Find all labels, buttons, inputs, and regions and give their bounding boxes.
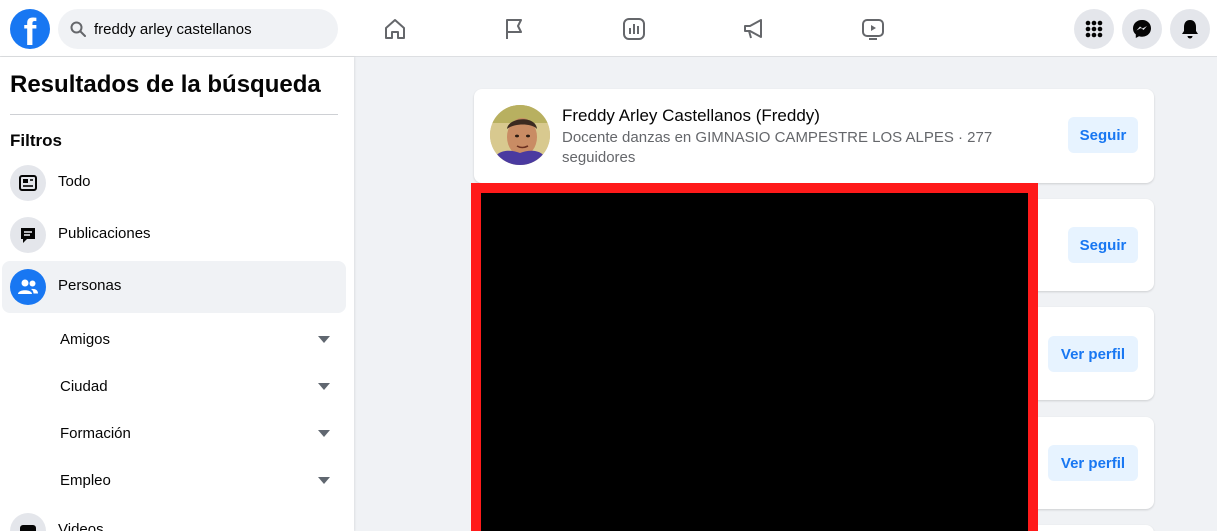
video-icon xyxy=(10,513,46,531)
sidebar-item-personas[interactable]: Personas xyxy=(2,261,346,313)
redaction-box xyxy=(471,183,1038,531)
search-input[interactable] xyxy=(94,9,330,49)
chevron-down-icon xyxy=(318,336,330,343)
subfilter-ciudad[interactable]: Ciudad xyxy=(60,378,336,398)
avatar[interactable] xyxy=(490,105,550,165)
posts-icon xyxy=(10,217,46,253)
view-profile-button[interactable]: Ver perfil xyxy=(1048,336,1138,372)
sidebar-item-todo[interactable]: Todo xyxy=(2,157,346,209)
result-description: Docente danzas en GIMNASIO CAMPESTRE LOS… xyxy=(562,129,993,166)
feed-icon xyxy=(10,165,46,201)
filters-heading: Filtros xyxy=(10,131,62,150)
video-icon[interactable] xyxy=(856,12,890,46)
sidebar-item-label: Todo xyxy=(58,173,91,190)
subfilter-label: Ciudad xyxy=(60,378,108,395)
view-profile-button[interactable]: Ver perfil xyxy=(1048,445,1138,481)
follow-button[interactable]: Seguir xyxy=(1068,227,1138,263)
menu-grid-icon[interactable] xyxy=(1074,9,1114,49)
follow-button[interactable]: Seguir xyxy=(1068,117,1138,153)
top-bar: f xyxy=(0,0,1217,57)
subfilter-empleo[interactable]: Empleo xyxy=(60,472,336,492)
notifications-icon[interactable] xyxy=(1170,9,1210,49)
megaphone-icon[interactable] xyxy=(737,12,771,46)
chevron-down-icon xyxy=(318,383,330,390)
chart-icon[interactable] xyxy=(617,12,651,46)
subfilter-label: Formación xyxy=(60,425,131,442)
flag-icon[interactable] xyxy=(497,12,531,46)
sidebar-item-label: Personas xyxy=(58,277,122,294)
result-card[interactable]: Freddy Arley Castellanos (Freddy) Docent… xyxy=(474,89,1154,183)
messenger-icon[interactable] xyxy=(1122,9,1162,49)
result-name[interactable]: Freddy Arley Castellanos (Freddy) xyxy=(562,106,820,126)
sidebar-item-label: Videos xyxy=(58,521,104,531)
search-filters-sidebar: Resultados de la búsqueda Filtros Todo P… xyxy=(0,57,354,531)
people-icon xyxy=(10,269,46,305)
facebook-logo[interactable]: f xyxy=(10,9,50,53)
home-icon[interactable] xyxy=(378,12,412,46)
page-title: Resultados de la búsqueda xyxy=(10,71,321,98)
search-icon xyxy=(70,21,86,37)
search-box[interactable] xyxy=(58,9,338,49)
subfilter-amigos[interactable]: Amigos xyxy=(60,331,336,351)
chevron-down-icon xyxy=(318,430,330,437)
sidebar-item-publicaciones[interactable]: Publicaciones xyxy=(2,209,346,261)
subfilter-label: Amigos xyxy=(60,331,111,348)
sidebar-item-label: Publicaciones xyxy=(58,225,151,242)
subfilter-label: Empleo xyxy=(60,472,111,489)
sidebar-item-videos[interactable]: Videos xyxy=(2,505,346,531)
chevron-down-icon xyxy=(318,477,330,484)
divider xyxy=(10,114,338,115)
subfilter-formacion[interactable]: Formación xyxy=(60,425,336,445)
